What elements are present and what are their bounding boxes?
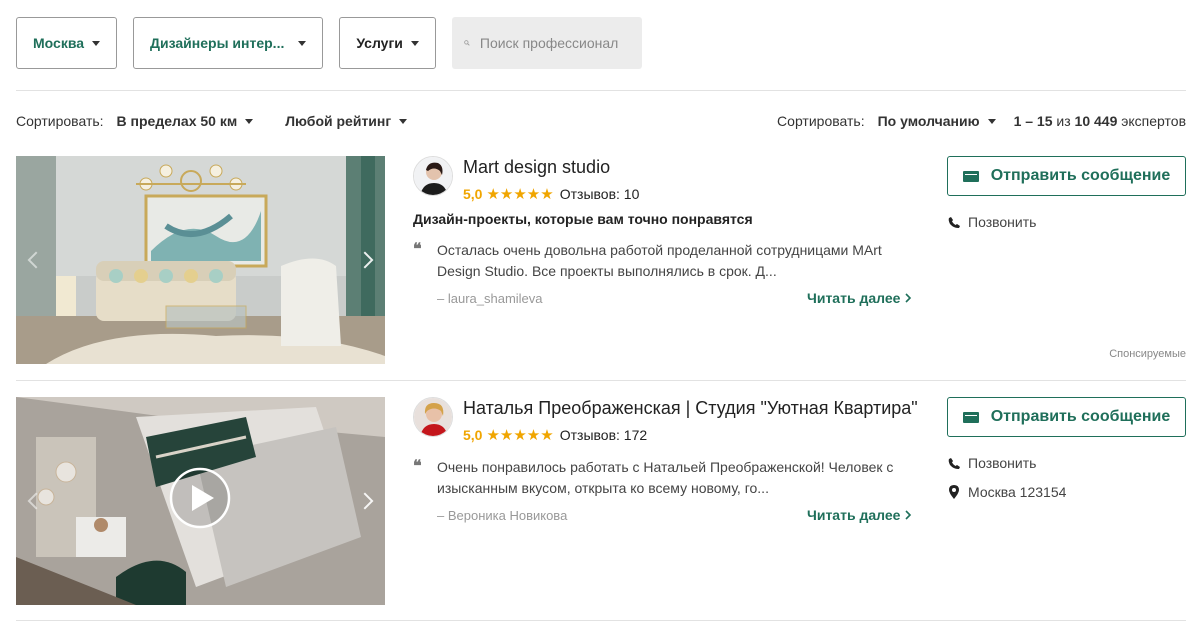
avatar-image (414, 157, 452, 195)
send-message-button[interactable]: Отправить сообщение (947, 156, 1186, 196)
quote-icon: ❝ (413, 458, 422, 475)
review-count[interactable]: Отзывов: 10 (560, 186, 640, 202)
read-more-label: Читать далее (807, 507, 901, 523)
review-count[interactable]: Отзывов: 172 (560, 427, 647, 443)
phone-icon (947, 216, 961, 229)
review-text: Осталась очень довольна работой проделан… (437, 242, 882, 279)
distance-sort[interactable]: В пределах 50 км (117, 113, 254, 129)
review-text: Очень понравилось работать с Натальей Пр… (437, 459, 894, 496)
envelope-icon (962, 411, 979, 423)
results-count: 1 – 15 из 10 449 экспертов (1014, 113, 1186, 129)
search-box[interactable] (451, 17, 642, 69)
read-more-link[interactable]: Читать далее (807, 507, 912, 523)
chevron-down-icon (410, 40, 419, 46)
listing-name[interactable]: Наталья Преображенская | Студия "Уютная … (463, 398, 918, 419)
review-author: – laura_shamileva (437, 291, 543, 306)
chevron-down-icon (399, 118, 408, 124)
rating-sort[interactable]: Любой рейтинг (285, 113, 408, 129)
bedroom-image (16, 397, 385, 605)
search-input[interactable] (479, 35, 630, 51)
chevron-right-icon (905, 293, 912, 303)
rating: 5,0 ★★★★★ Отзывов: 10 (463, 185, 639, 203)
filter-bar: Москва Дизайнеры интер... Услуги (16, 17, 642, 69)
avatar[interactable] (413, 156, 453, 196)
quote-icon: ❝ (413, 241, 422, 258)
call-label: Позвонить (968, 214, 1037, 230)
results-of: из (1056, 113, 1071, 129)
results-total: 10 449 (1074, 113, 1118, 129)
chevron-down-icon (987, 118, 996, 124)
read-more-link[interactable]: Читать далее (807, 290, 912, 306)
chevron-right-icon (905, 510, 912, 520)
living-room-image (16, 156, 385, 364)
services-filter-label: Услуги (356, 35, 403, 51)
rating: 5,0 ★★★★★ Отзывов: 172 (463, 426, 647, 444)
read-more-label: Читать далее (807, 290, 901, 306)
phone-icon (947, 457, 961, 470)
listing-name[interactable]: Mart design studio (463, 157, 610, 178)
tagline: Дизайн-проекты, которые вам точно понрав… (413, 211, 753, 227)
city-filter[interactable]: Москва (16, 17, 118, 69)
send-message-button[interactable]: Отправить сообщение (947, 397, 1186, 437)
order-sort[interactable]: По умолчанию (878, 113, 996, 129)
chevron-down-icon (298, 40, 307, 46)
chevron-down-icon (92, 40, 101, 46)
chevron-down-icon (245, 118, 254, 124)
category-filter[interactable]: Дизайнеры интер... (133, 17, 324, 69)
rating-stars: ★★★★★ (486, 427, 554, 444)
rating-score: 5,0 (463, 427, 483, 443)
listing-actions: Отправить сообщение Позвонить (947, 156, 1186, 230)
order-sort-label: По умолчанию (877, 113, 980, 129)
listing-card: Mart design studio 5,0 ★★★★★ Отзывов: 10… (16, 156, 1186, 376)
sponsored-label: Спонсируемые (1109, 348, 1186, 360)
project-photo[interactable] (16, 397, 385, 605)
results-suffix: экспертов (1121, 113, 1186, 129)
rating-sort-label: Любой рейтинг (285, 113, 392, 129)
location-label: Москва 123154 (968, 484, 1067, 500)
location: Москва 123154 (947, 484, 1066, 500)
divider (16, 620, 1186, 621)
category-filter-label: Дизайнеры интер... (150, 35, 285, 51)
project-photo[interactable] (16, 156, 385, 364)
send-message-label: Отправить сообщение (990, 167, 1171, 184)
rating-stars: ★★★★★ (486, 186, 554, 203)
distance-sort-label: В пределах 50 км (116, 113, 238, 129)
send-message-label: Отправить сообщение (990, 408, 1171, 425)
city-filter-label: Москва (33, 35, 85, 51)
rating-score: 5,0 (463, 186, 483, 202)
avatar-image (414, 398, 452, 436)
sort-right: Сортировать: По умолчанию 1 – 15 из 10 4… (777, 113, 1186, 129)
sort-bar: Сортировать: В пределах 50 км Любой рейт… (16, 110, 1186, 132)
listing-actions: Отправить сообщение Позвонить Москва 123… (947, 397, 1186, 500)
sort-label: Сортировать: (16, 113, 104, 129)
call-button[interactable]: Позвонить (947, 214, 1036, 230)
search-icon (464, 40, 470, 46)
envelope-icon (962, 170, 979, 182)
avatar[interactable] (413, 397, 453, 437)
listing-card: Наталья Преображенская | Студия "Уютная … (16, 397, 1186, 607)
results-range: 1 – 15 (1013, 113, 1053, 129)
call-label: Позвонить (968, 455, 1037, 471)
divider (16, 90, 1186, 91)
services-filter[interactable]: Услуги (339, 17, 436, 69)
review-author: – Вероника Новикова (437, 508, 568, 523)
map-pin-icon (947, 485, 961, 499)
order-label: Сортировать: (777, 113, 865, 129)
call-button[interactable]: Позвонить (947, 455, 1036, 471)
divider (16, 380, 1186, 381)
